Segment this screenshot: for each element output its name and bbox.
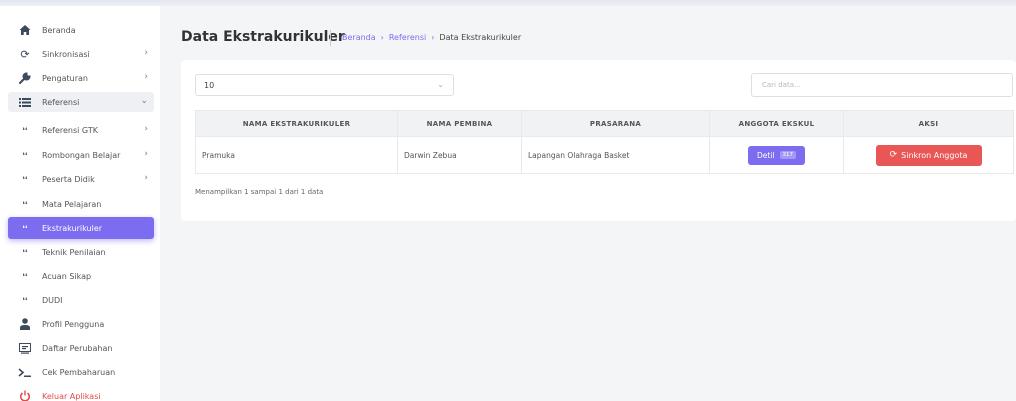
chevron-right-icon: › (144, 149, 148, 159)
column-header-prasarana[interactable]: PRASARANA (521, 110, 710, 137)
sidebar-item-label: Rombongan Belajar (42, 150, 121, 160)
data-card: 10 ⌄ NAMA EKSTRAKURIKULER NAMA PEMBINA P… (181, 60, 1016, 221)
sidebar-item-peserta-didik[interactable]: ❛❛ Peserta Didik › (8, 169, 154, 189)
breadcrumb-separator: › (380, 33, 384, 42)
column-header-aksi: AKSI (843, 110, 1014, 137)
chevron-right-icon: › (144, 48, 148, 58)
sync-icon: ⟳ (20, 47, 30, 61)
sidebar-item-pengaturan[interactable]: Pengaturan › (8, 68, 154, 88)
page-size-value: 10 (204, 80, 215, 90)
title-divider (330, 30, 331, 46)
sidebar: Beranda ⟳ Sinkronisasi › Pengaturan › Re… (0, 6, 160, 401)
sidebar-item-daftar-perubahan[interactable]: Daftar Perubahan (8, 338, 154, 358)
chevron-down-icon: ⌄ (140, 96, 148, 106)
sidebar-item-rombongan-belajar[interactable]: ❛❛ Rombongan Belajar › (8, 145, 154, 165)
table-header-row: NAMA EKSTRAKURIKULER NAMA PEMBINA PRASAR… (195, 110, 1014, 137)
changelog-icon (18, 341, 32, 355)
search-input[interactable] (751, 73, 1013, 97)
sidebar-item-mata-pelajaran[interactable]: ❛❛ Mata Pelajaran (8, 194, 154, 214)
table-row: Pramuka Darwin Zebua Lapangan Olahraga B… (195, 136, 1014, 174)
sidebar-item-label: Acuan Sikap (42, 271, 92, 281)
sidebar-item-label: Ekstrakurikuler (42, 223, 103, 233)
detil-button-label: Detil (757, 150, 775, 160)
user-icon (18, 317, 32, 331)
sidebar-item-label: Referensi GTK (42, 125, 98, 135)
sidebar-item-dudi[interactable]: ❛❛ DUDI (8, 290, 154, 310)
wrench-icon (18, 71, 32, 85)
sidebar-item-label: Beranda (42, 25, 76, 35)
breadcrumb-separator: › (431, 33, 435, 42)
home-icon (18, 23, 32, 37)
sidebar-item-label: Keluar Aplikasi (42, 391, 101, 401)
table-info: Menampilkan 1 sampai 1 dari 1 data (195, 188, 324, 196)
sidebar-item-label: Profil Pengguna (42, 319, 105, 329)
cell-anggota-ekskul: Detil 317 (709, 136, 844, 174)
sub-menu-icon: ❛❛ (22, 295, 28, 305)
sinkron-anggota-button[interactable]: ⟳ Sinkron Anggota (875, 144, 982, 166)
column-header-anggota-ekskul[interactable]: ANGGOTA EKSKUL (709, 110, 844, 137)
page-title: Data Ekstrakurikuler (181, 29, 345, 45)
cell-aksi: ⟳ Sinkron Anggota (843, 136, 1014, 174)
chevron-right-icon: › (144, 173, 148, 183)
sub-menu-icon: ❛❛ (22, 271, 28, 281)
page-size-select[interactable]: 10 ⌄ (195, 74, 454, 96)
sub-menu-icon: ❛❛ (22, 223, 28, 233)
sidebar-item-label: Mata Pelajaran (42, 199, 102, 209)
sidebar-item-label: DUDI (42, 295, 63, 305)
sidebar-item-label: Daftar Perubahan (42, 343, 113, 353)
sinkron-anggota-label: Sinkron Anggota (901, 150, 968, 160)
ekstrakurikuler-table: NAMA EKSTRAKURIKULER NAMA PEMBINA PRASAR… (195, 110, 1014, 174)
sidebar-item-label: Cek Pembaharuan (42, 367, 116, 377)
sidebar-item-ekstrakurikuler[interactable]: ❛❛ Ekstrakurikuler (8, 217, 154, 239)
sub-menu-icon: ❛❛ (22, 174, 28, 184)
sidebar-item-label: Referensi (42, 97, 80, 107)
sidebar-item-referensi[interactable]: Referensi ⌄ (8, 92, 154, 112)
chevron-down-icon: ⌄ (437, 80, 444, 89)
sidebar-item-label: Teknik Penilaian (42, 247, 106, 257)
cell-nama-pembina: Darwin Zebua (397, 136, 522, 174)
sub-menu-icon: ❛❛ (22, 247, 28, 257)
cell-prasarana: Lapangan Olahraga Basket (521, 136, 710, 174)
breadcrumb-referensi-link[interactable]: Referensi (389, 33, 426, 42)
sidebar-item-teknik-penilaian[interactable]: ❛❛ Teknik Penilaian (8, 242, 154, 262)
chevron-right-icon: › (144, 124, 148, 134)
sidebar-item-label: Sinkronisasi (42, 49, 90, 59)
sidebar-item-acuan-sikap[interactable]: ❛❛ Acuan Sikap (8, 266, 154, 286)
sidebar-item-label: Pengaturan (42, 73, 88, 83)
member-count-badge: 317 (779, 151, 796, 159)
column-header-nama-pembina[interactable]: NAMA PEMBINA (397, 110, 522, 137)
power-icon (18, 389, 32, 401)
cell-nama-ekstrakurikuler: Pramuka (195, 136, 398, 174)
list-icon (18, 95, 32, 109)
detil-button[interactable]: Detil 317 (748, 145, 805, 165)
sidebar-item-cek-pembaharuan[interactable]: Cek Pembaharuan (8, 362, 154, 382)
sidebar-item-beranda[interactable]: Beranda (8, 20, 154, 40)
breadcrumb-current: Data Ekstrakurikuler (439, 33, 522, 42)
sidebar-item-profil-pengguna[interactable]: Profil Pengguna (8, 314, 154, 334)
sub-menu-icon: ❛❛ (22, 125, 28, 135)
breadcrumb-home-link[interactable]: Beranda (342, 33, 376, 42)
sidebar-item-label: Peserta Didik (42, 174, 95, 184)
chevron-right-icon: › (144, 72, 148, 82)
refresh-icon: ⟳ (889, 150, 898, 160)
column-header-nama-ekstrakurikuler[interactable]: NAMA EKSTRAKURIKULER (195, 110, 398, 137)
breadcrumb: Beranda › Referensi › Data Ekstrakurikuler (342, 33, 521, 42)
sidebar-item-sinkronisasi[interactable]: ⟳ Sinkronisasi › (8, 44, 154, 64)
sidebar-item-keluar-aplikasi[interactable]: Keluar Aplikasi (8, 386, 154, 401)
sidebar-item-referensi-gtk[interactable]: ❛❛ Referensi GTK › (8, 120, 154, 140)
sub-menu-icon: ❛❛ (22, 150, 28, 160)
sub-menu-icon: ❛❛ (22, 199, 28, 209)
terminal-icon (18, 365, 32, 379)
